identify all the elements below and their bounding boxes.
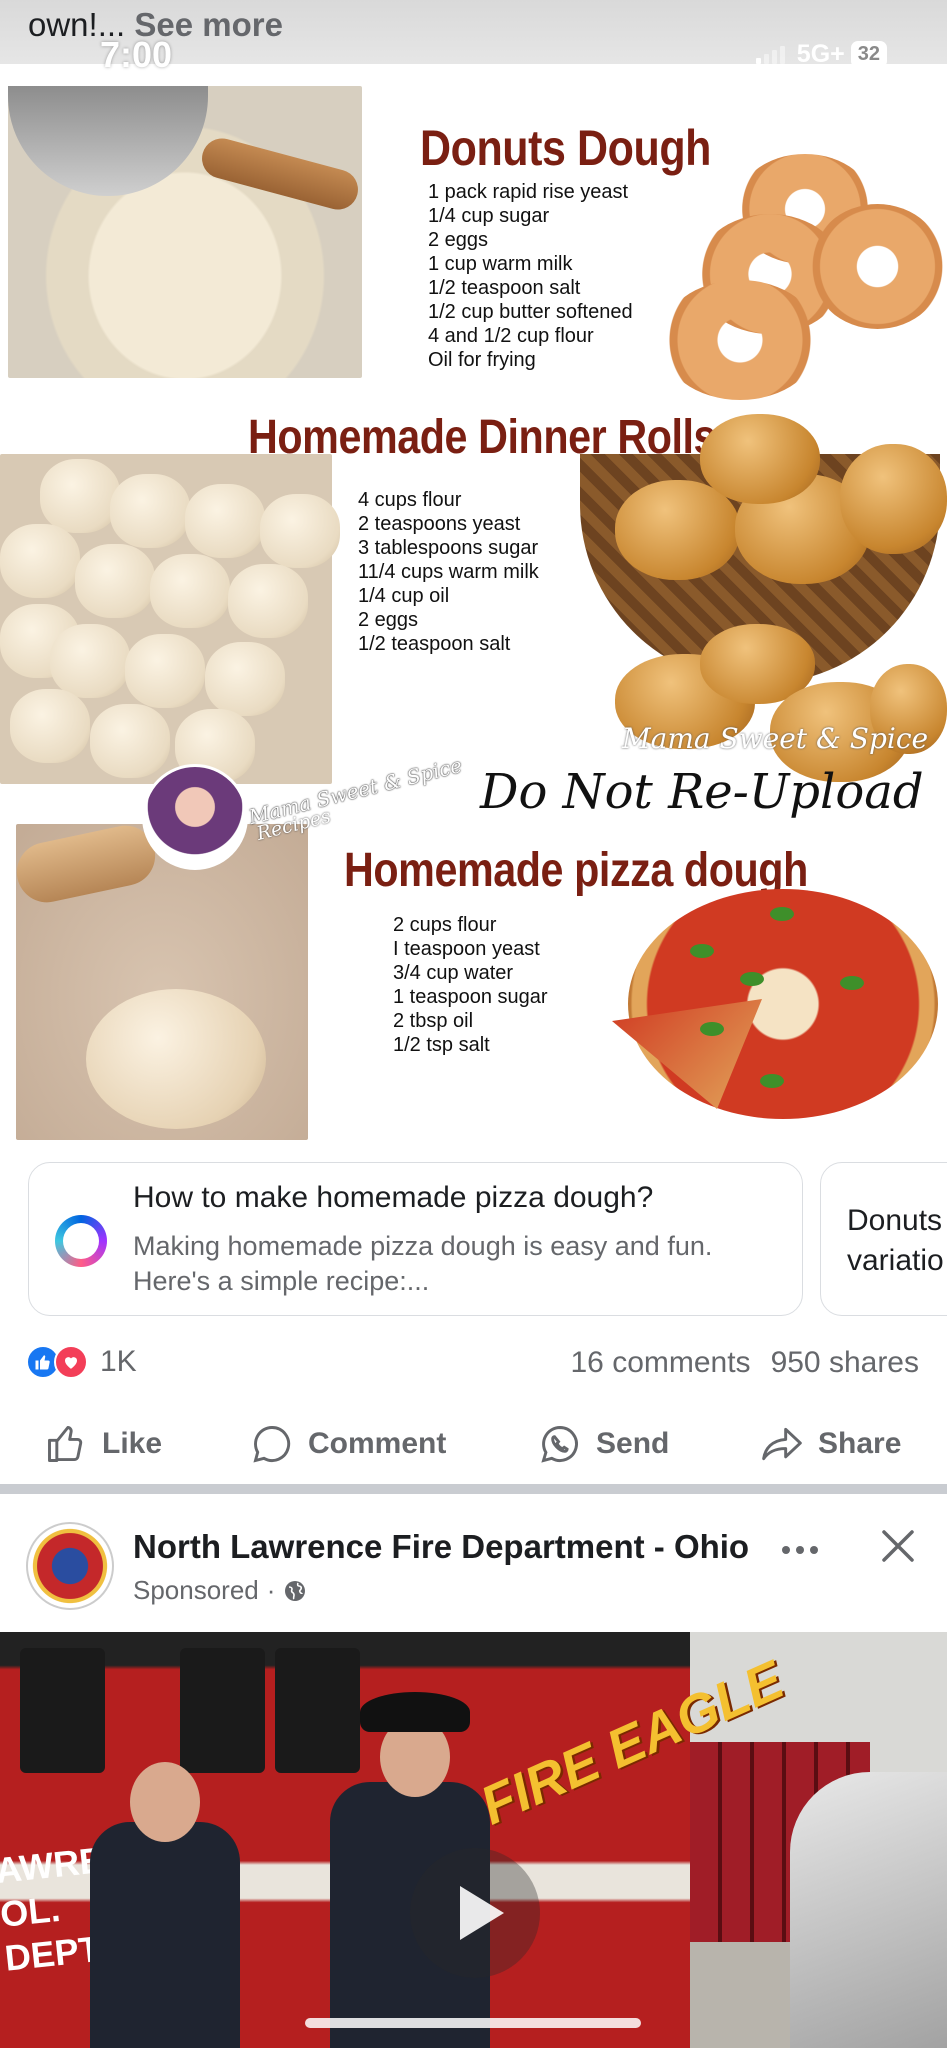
sponsored-meta: Sponsored · bbox=[133, 1575, 307, 1606]
globe-icon bbox=[285, 1580, 306, 1601]
page-avatar[interactable] bbox=[26, 1522, 114, 1610]
thumbs-up-icon bbox=[48, 1426, 83, 1462]
ingredient: 2 tbsp oil bbox=[393, 1010, 474, 1032]
ai-prompt-title-line: variatio bbox=[847, 1244, 944, 1277]
bun-graphic bbox=[700, 414, 820, 504]
creator-avatar-watermark bbox=[142, 764, 248, 870]
play-button[interactable] bbox=[410, 1848, 540, 1978]
ingredient: 4 cups flour bbox=[358, 489, 462, 511]
sponsored-video[interactable]: FIRE EAGLE AWREN OL. DEPT bbox=[0, 1632, 947, 2048]
pizza-dough-title: Homemade pizza dough bbox=[344, 844, 808, 897]
share-arrow-icon bbox=[762, 1427, 802, 1461]
more-options-button[interactable] bbox=[780, 1525, 820, 1567]
pizza-dough-ingredients: 2 cups flour I teaspoon yeast 3/4 cup wa… bbox=[393, 913, 548, 1057]
ingredient: 1/2 teaspoon salt bbox=[428, 277, 581, 299]
donut-graphic bbox=[660, 280, 820, 400]
ingredient: I teaspoon yeast bbox=[393, 938, 540, 960]
comment-bubble-icon bbox=[253, 1426, 291, 1463]
meta-ai-icon bbox=[55, 1215, 107, 1267]
ai-prompt-title: How to make homemade pizza dough? bbox=[133, 1181, 654, 1214]
dinner-rolls-ingredients: 4 cups flour 2 teaspoons yeast 3 tablesp… bbox=[358, 488, 539, 656]
donut-graphic bbox=[810, 204, 945, 329]
comment-button[interactable]: Comment bbox=[250, 1422, 446, 1466]
ingredient: 1/2 teaspoon salt bbox=[358, 633, 511, 655]
donuts-ingredients: 1 pack rapid rise yeast 1/4 cup sugar 2 … bbox=[428, 180, 633, 372]
send-label: Send bbox=[596, 1427, 670, 1460]
recipe-infographic[interactable]: Donuts Dough 1 pack rapid rise yeast 1/4… bbox=[0, 64, 947, 1140]
status-bar: own!... See more 7:00 5G+ 32 bbox=[0, 0, 947, 75]
dinner-rolls-photo bbox=[0, 454, 340, 784]
ai-prompt-title: Donuts variatio bbox=[847, 1201, 944, 1281]
close-icon bbox=[882, 1530, 914, 1562]
system-indicators: 5G+ 32 bbox=[755, 40, 887, 69]
battery-icon: 32 bbox=[850, 41, 887, 68]
send-button[interactable]: Send bbox=[538, 1422, 669, 1466]
ingredient: 3 tablespoons sugar bbox=[358, 537, 539, 559]
share-button[interactable]: Share bbox=[760, 1422, 901, 1466]
cowboy-hat-graphic bbox=[360, 1692, 470, 1732]
signal-icon bbox=[755, 45, 785, 64]
reactions-summary[interactable]: 1K bbox=[26, 1345, 137, 1379]
ingredient: 4 and 1/2 cup flour bbox=[428, 325, 594, 347]
watermark-brand: Mama Sweet & Spice bbox=[622, 722, 929, 755]
basil-graphic bbox=[700, 1022, 724, 1036]
pizza-dough-photo bbox=[11, 820, 308, 1140]
ingredient: 1 pack rapid rise yeast bbox=[428, 181, 629, 203]
basil-graphic bbox=[840, 976, 864, 990]
vehicle-graphic bbox=[790, 1772, 947, 2048]
hide-post-button[interactable] bbox=[876, 1524, 920, 1568]
ingredient: 2 eggs bbox=[428, 229, 489, 251]
feed-divider bbox=[0, 1484, 947, 1494]
ai-prompt-card[interactable]: How to make homemade pizza dough? Making… bbox=[28, 1162, 803, 1316]
pizza-graphic bbox=[628, 889, 938, 1119]
network-type: 5G+ bbox=[796, 40, 845, 68]
firefighter-figure bbox=[90, 1822, 240, 2048]
donuts-title: Donuts Dough bbox=[420, 120, 712, 176]
page-name-link[interactable]: North Lawrence Fire Department - Ohio bbox=[133, 1528, 749, 1566]
more-dots-icon bbox=[782, 1546, 818, 1554]
ingredient: 2 eggs bbox=[358, 609, 419, 631]
ingredient: 1/4 cup sugar bbox=[428, 205, 550, 227]
firefighter-head bbox=[130, 1762, 200, 1842]
ai-prompt-preview: Making homemade pizza dough is easy and … bbox=[133, 1231, 713, 1296]
basil-graphic bbox=[690, 944, 714, 958]
shares-count-link[interactable]: 950 shares bbox=[771, 1346, 919, 1380]
comment-label: Comment bbox=[308, 1427, 447, 1460]
ingredient: 11/4 cups warm milk bbox=[358, 561, 539, 583]
comments-count-link[interactable]: 16 comments bbox=[570, 1346, 750, 1380]
like-button[interactable]: Like bbox=[44, 1422, 162, 1466]
ingredient: 2 teaspoons yeast bbox=[358, 513, 521, 535]
ingredient: 1/2 cup butter softened bbox=[428, 301, 633, 323]
like-label: Like bbox=[102, 1427, 163, 1460]
ingredient: 1/2 tsp salt bbox=[393, 1034, 490, 1056]
status-time: 7:00 bbox=[100, 34, 173, 75]
home-indicator[interactable] bbox=[305, 2018, 641, 2028]
ingredient: 1/4 cup oil bbox=[358, 585, 450, 607]
ingredient: 3/4 cup water bbox=[393, 962, 514, 984]
reactions-count: 1K bbox=[100, 1345, 137, 1378]
post-stats: 16 comments 950 shares bbox=[570, 1346, 919, 1380]
ai-prompt-title-line: Donuts bbox=[847, 1204, 943, 1237]
basil-graphic bbox=[760, 1074, 784, 1088]
whatsapp-icon bbox=[541, 1426, 578, 1463]
basil-graphic bbox=[770, 907, 794, 921]
ingredient: 1 teaspoon sugar bbox=[393, 986, 548, 1008]
share-label: Share bbox=[818, 1427, 902, 1460]
bun-graphic bbox=[615, 480, 740, 580]
sponsored-label: Sponsored bbox=[133, 1575, 259, 1605]
meta-separator: · bbox=[266, 1575, 276, 1605]
bun-graphic bbox=[840, 444, 947, 554]
ingredient: Oil for frying bbox=[428, 349, 536, 371]
love-reaction-icon bbox=[54, 1345, 88, 1379]
ingredient: 1 cup warm milk bbox=[428, 253, 573, 275]
ai-prompt-card[interactable]: Donuts variatio bbox=[820, 1162, 947, 1316]
post-action-bar: Like Comment Send Share bbox=[0, 1412, 947, 1476]
ingredient: 2 cups flour bbox=[393, 914, 497, 936]
basil-graphic bbox=[740, 972, 764, 986]
watermark-notice: Do Not Re-Upload bbox=[480, 764, 924, 820]
